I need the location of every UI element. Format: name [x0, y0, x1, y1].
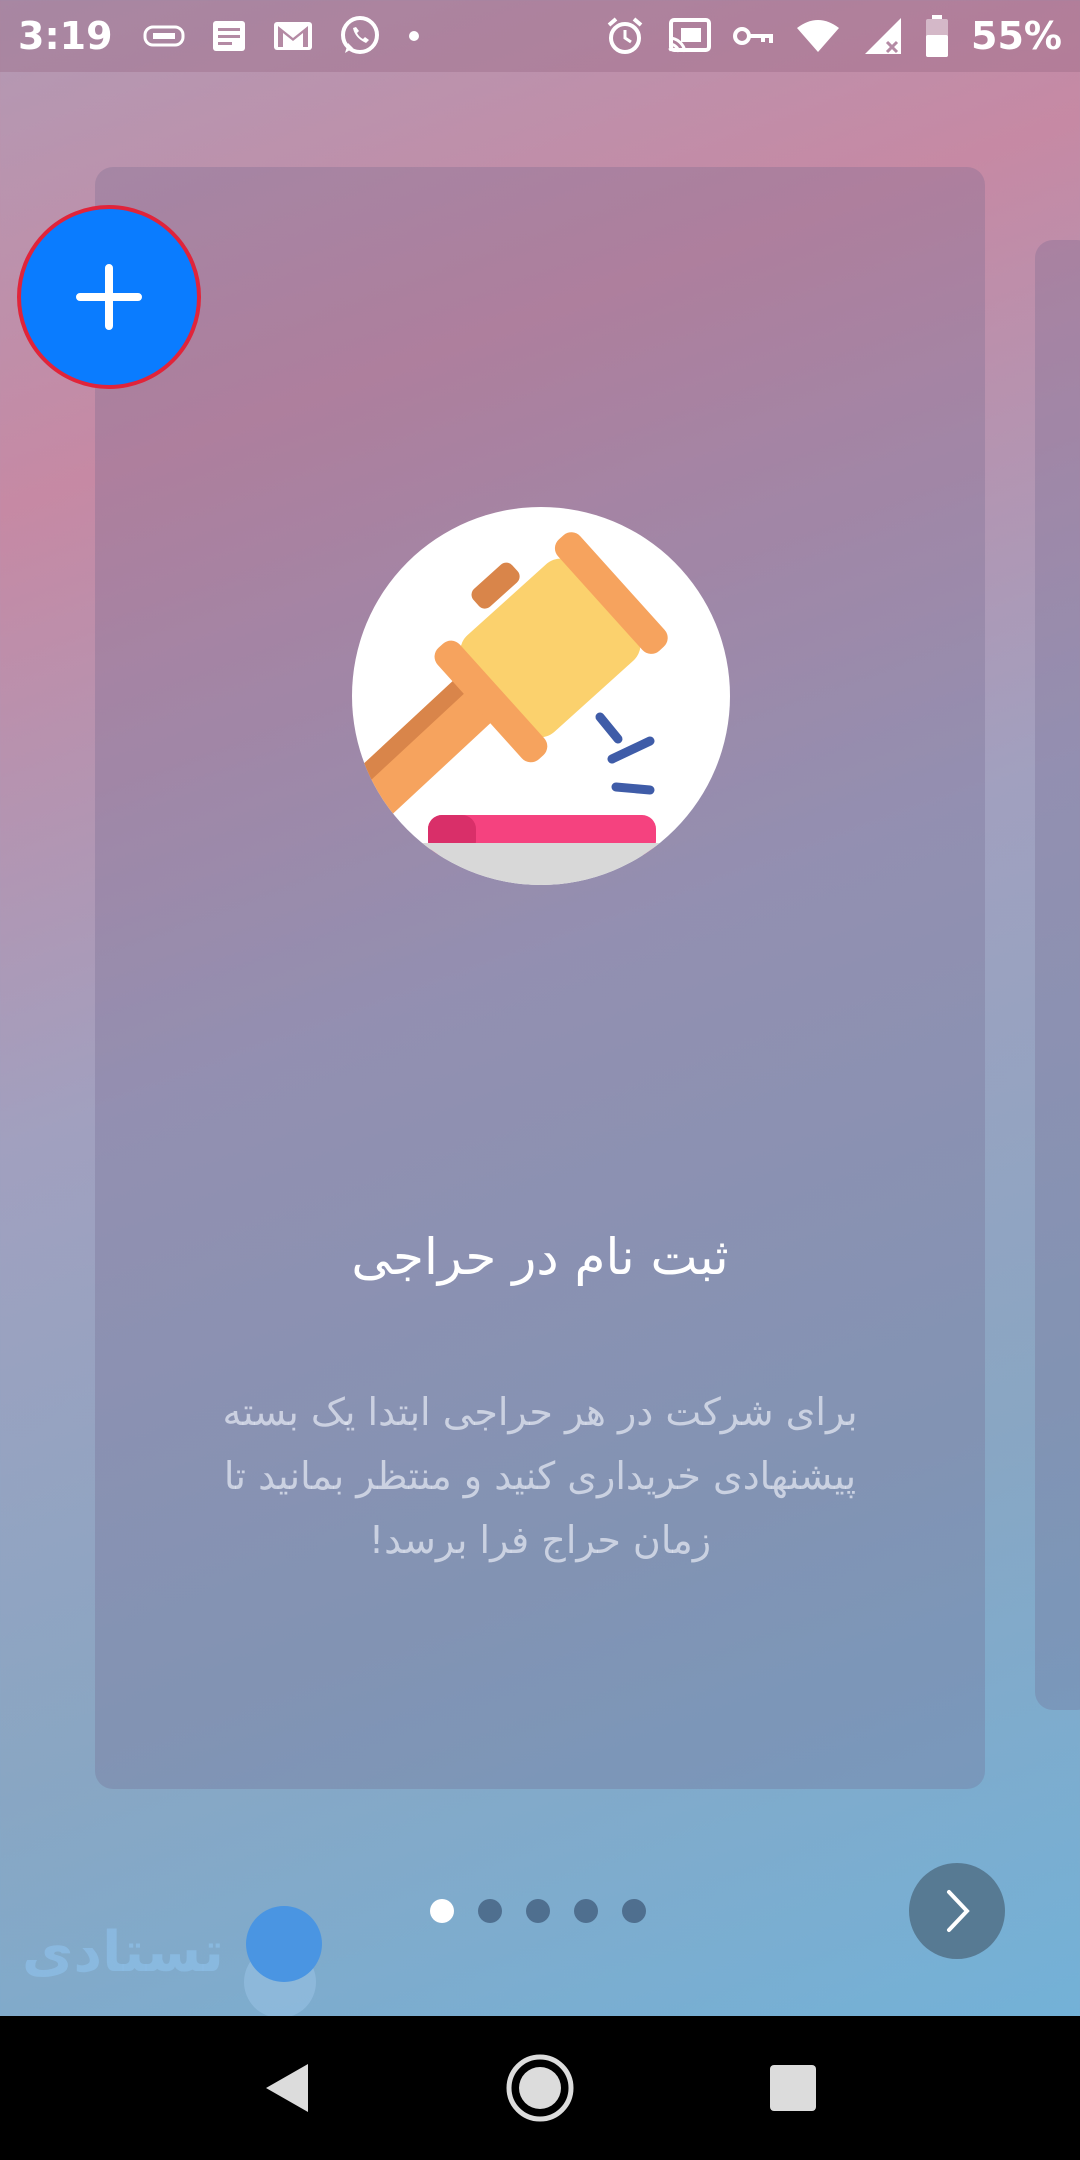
onboarding-description: برای شرکت در هر حراجی ابتدا یک بسته پیشن… — [222, 1390, 858, 1562]
onboarding-title: ثبت نام در حراجی — [351, 1228, 729, 1286]
news-icon — [211, 19, 247, 53]
add-button[interactable] — [17, 205, 201, 389]
signal-icon — [863, 16, 903, 56]
auction-gavel-icon — [350, 505, 732, 887]
watermark-circle — [246, 1906, 322, 1982]
plus-icon — [76, 264, 142, 330]
next-button[interactable] — [909, 1863, 1005, 1959]
page-dot-1[interactable] — [430, 1899, 454, 1923]
usb-icon — [143, 23, 185, 49]
page-dot-3[interactable] — [526, 1899, 550, 1923]
battery-icon — [925, 15, 949, 57]
home-icon[interactable] — [490, 2038, 590, 2138]
page-indicator — [430, 1899, 646, 1923]
alarm-icon — [605, 16, 645, 56]
chevron-right-icon — [937, 1886, 977, 1936]
cast-icon — [667, 18, 712, 54]
watermark-logo: تستادی — [22, 1900, 332, 2018]
gmail-icon — [273, 21, 313, 51]
page-dot-2[interactable] — [478, 1899, 502, 1923]
system-icons: 55% — [605, 14, 1062, 58]
dot-icon — [407, 29, 421, 43]
navigation-bar — [0, 2016, 1080, 2160]
battery-percent: 55% — [971, 14, 1062, 58]
notification-icons — [143, 15, 421, 57]
key-icon — [733, 23, 774, 49]
watermark-text: تستادی — [22, 1920, 224, 1985]
page-dot-5[interactable] — [622, 1899, 646, 1923]
recents-icon[interactable] — [743, 2038, 843, 2138]
status-bar: 3:19 55% — [0, 0, 1080, 72]
back-icon[interactable] — [237, 2038, 337, 2138]
status-time: 3:19 — [18, 14, 113, 58]
next-card-peek[interactable] — [1035, 240, 1080, 1710]
page-dot-4[interactable] — [574, 1899, 598, 1923]
whatsapp-icon — [339, 15, 381, 57]
wifi-icon — [795, 18, 841, 54]
